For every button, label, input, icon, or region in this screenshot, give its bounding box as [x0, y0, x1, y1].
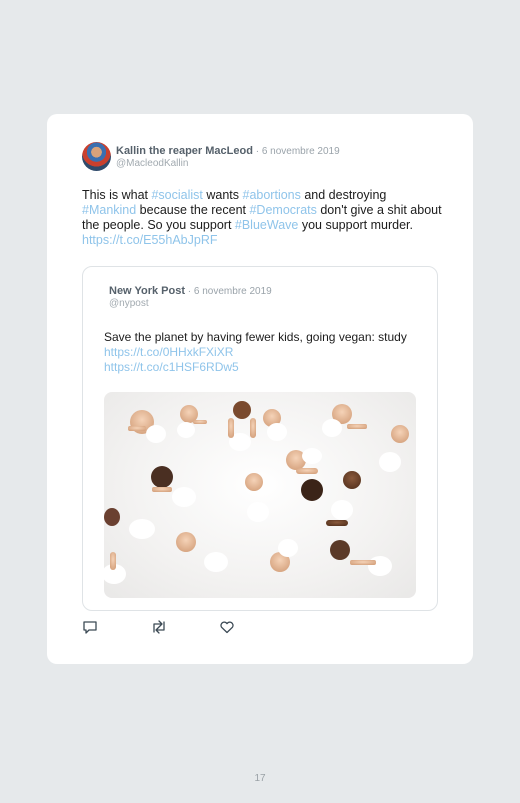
quoted-date[interactable]: · 6 novembre 2019 — [185, 286, 272, 297]
tweet-text-part: wants — [202, 188, 243, 202]
tweet-date[interactable]: · 6 novembre 2019 — [253, 146, 340, 157]
quoted-handle[interactable]: @nypost — [109, 298, 149, 309]
quoted-tweet[interactable]: New York Post · 6 novembre 2019 @nypost … — [82, 266, 438, 611]
hashtag-abortions[interactable]: #abortions — [243, 188, 301, 202]
tweet-text-part: This is what — [82, 188, 152, 202]
quoted-photo[interactable] — [104, 392, 416, 598]
quoted-url-1[interactable]: https://t.co/0HHxkFXiXR — [104, 345, 233, 359]
tweet-text-part: you support murder. — [298, 218, 414, 232]
tweet-header: Kallin the reaper MacLeod · 6 novembre 2… — [116, 145, 340, 157]
author-name[interactable]: Kallin the reaper MacLeod — [116, 145, 253, 157]
avatar[interactable] — [82, 142, 111, 171]
quoted-url-2[interactable]: https://t.co/c1HSF6RDw5 — [104, 360, 239, 374]
quoted-text: Save the planet by having fewer kids, go… — [104, 330, 424, 375]
page-number: 17 — [254, 773, 266, 784]
reply-icon[interactable] — [82, 619, 100, 637]
quoted-header: New York Post · 6 novembre 2019 — [109, 285, 272, 297]
quoted-text-part: Save the planet by having fewer kids, go… — [104, 330, 407, 344]
hashtag-mankind[interactable]: #Mankind — [82, 203, 136, 217]
tweet-actions — [82, 619, 282, 637]
hashtag-socialist[interactable]: #socialist — [151, 188, 202, 202]
retweet-icon[interactable] — [150, 619, 168, 637]
tweet-url[interactable]: https://t.co/E55hAbJpRF — [82, 233, 218, 247]
tweet-text-part: and destroying — [300, 188, 387, 202]
tweet-text: This is what #socialist wants #abortions… — [82, 188, 442, 248]
tweet-card: Kallin the reaper MacLeod · 6 novembre 2… — [47, 114, 473, 664]
heart-icon[interactable] — [219, 619, 237, 637]
quoted-author-name[interactable]: New York Post — [109, 285, 185, 297]
hashtag-democrats[interactable]: #Democrats — [249, 203, 316, 217]
author-handle[interactable]: @MacleodKallin — [116, 158, 188, 169]
hashtag-bluewave[interactable]: #BlueWave — [235, 218, 298, 232]
babies-image — [104, 401, 409, 584]
tweet-text-part: because the recent — [136, 203, 250, 217]
